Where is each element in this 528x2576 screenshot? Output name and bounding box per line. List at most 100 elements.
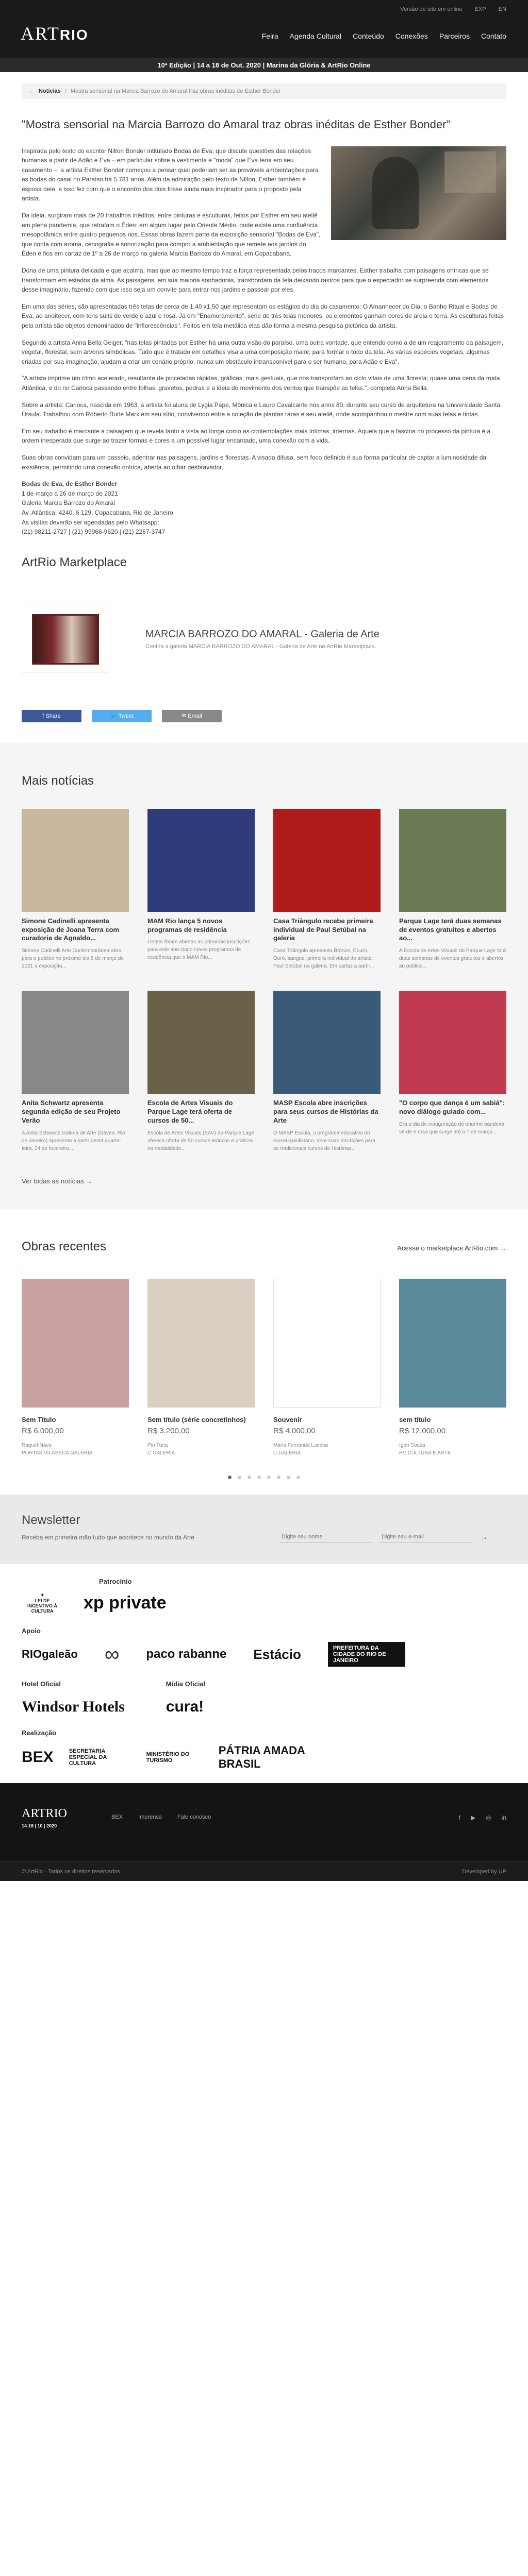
ministerio-turismo-logo[interactable]: MINISTÉRIO DO TURISMO [146, 1751, 203, 1764]
artwork-image[interactable] [147, 1279, 255, 1408]
news-card[interactable]: MASP Escola abre inscrições para seus cu… [273, 991, 381, 1153]
news-title[interactable]: Escola de Artes Visuais do Parque Lage t… [147, 1099, 255, 1125]
carousel-dot[interactable] [248, 1476, 251, 1480]
patria-amada-brasil-logo[interactable]: PÁTRIA AMADA BRASIL [219, 1744, 332, 1771]
artwork-image[interactable] [273, 1279, 381, 1408]
artwork-gallery: RV CULTURA E ARTE [399, 1450, 451, 1456]
see-all-news-link[interactable]: Ver todas as notícias → [22, 1177, 506, 1185]
carousel-dot[interactable] [267, 1476, 271, 1480]
carousel-dot[interactable] [296, 1476, 300, 1480]
nav-agenda-cultural[interactable]: Agenda Cultural [290, 32, 341, 40]
top-link[interactable]: EN [499, 6, 506, 12]
facebook-share-button[interactable]: f Share [22, 709, 81, 722]
carousel-dot[interactable] [228, 1476, 232, 1480]
footer-link-contato[interactable]: Fale conosco [177, 1814, 211, 1820]
carousel-dot[interactable] [238, 1476, 241, 1480]
nav-feira[interactable]: Feira [262, 32, 278, 40]
youtube-icon[interactable]: ▶ [471, 1814, 475, 1821]
top-link[interactable]: EXP [475, 6, 486, 12]
news-image[interactable] [273, 991, 381, 1094]
news-image[interactable] [22, 991, 129, 1094]
newsletter-email-input[interactable] [380, 1532, 472, 1543]
infinity-logo-icon[interactable]: ∞ [105, 1643, 120, 1666]
back-arrow-icon[interactable]: ← [29, 88, 35, 94]
news-card[interactable]: Escola de Artes Visuais do Parque Lage t… [147, 991, 255, 1153]
artwork-card[interactable]: sem título R$ 12.000,00 Igon Souza RV CUL… [399, 1279, 506, 1457]
news-title[interactable]: Parque Lage terá duas semanas de eventos… [399, 917, 506, 943]
news-excerpt: Era a dia de inauguração do enorme bande… [399, 1122, 505, 1136]
exhibition-info: Bodas de Eva, de Esther Bonder 1 de març… [22, 479, 506, 537]
artwork-card[interactable]: Sem Título R$ 6.000,00 Raquel Nava PORTAS… [22, 1279, 129, 1457]
gallery-thumbnail[interactable] [22, 605, 109, 673]
marketplace-heading: ArtRio Marketplace [22, 555, 127, 569]
nav-conexoes[interactable]: Conexões [395, 32, 428, 40]
nav-conteudo[interactable]: Conteúdo [353, 32, 384, 40]
nav-contato[interactable]: Contato [481, 32, 506, 40]
cura-logo[interactable]: cura! [166, 1698, 206, 1716]
linkedin-icon[interactable]: in [502, 1814, 506, 1821]
news-title[interactable]: MASP Escola abre inscrições para seus cu… [273, 1099, 381, 1125]
newsletter-submit-icon[interactable]: → [480, 1533, 488, 1542]
footer-link-bex[interactable]: BEX [111, 1814, 123, 1820]
artwork-title[interactable]: Sem título (série concretinhos) [147, 1416, 255, 1423]
news-title[interactable]: MAM Rio lança 5 novos programas de resid… [147, 917, 255, 935]
main-nav: Feira Agenda Cultural Conteúdo Conexões … [262, 32, 506, 40]
news-image[interactable] [273, 808, 381, 912]
news-card[interactable]: Anita Schwartz apresenta segunda edição … [22, 991, 129, 1153]
news-image[interactable] [147, 808, 255, 912]
sponsors-section: Patrocínio ✦ LEI DE INCENTIVO À CULTURA x… [0, 1564, 528, 1783]
share-buttons: f Share 🐦 Tweet ✉ Email [22, 709, 506, 722]
news-card[interactable]: MAM Rio lança 5 novos programas de resid… [147, 808, 255, 971]
windsor-logo[interactable]: Windsor Hotels [22, 1698, 125, 1716]
news-card[interactable]: "O corpo que dança é um sabiá": novo diá… [399, 991, 506, 1153]
bex-logo[interactable]: BEX [22, 1749, 54, 1766]
artwork-image[interactable] [22, 1279, 129, 1408]
news-title[interactable]: Simone Cadinelli apresenta exposição de … [22, 917, 129, 943]
footer-links: BEX Imprensa Fale conosco [111, 1814, 211, 1820]
news-image[interactable] [399, 808, 506, 912]
artwork-title[interactable]: Souvenir [273, 1416, 381, 1423]
carousel-dot[interactable] [257, 1476, 261, 1480]
news-image[interactable] [22, 808, 129, 912]
carousel-dot[interactable] [287, 1476, 290, 1480]
paco-rabanne-logo[interactable]: paco rabanne [146, 1647, 226, 1662]
edition-banner[interactable]: 10ª Edição | 14 a 18 de Out. 2020 | Mari… [0, 58, 528, 72]
developer-credit[interactable]: Developed by UP [462, 1869, 506, 1875]
marketplace-card[interactable]: MARCIA BARROZO DO AMARAL - Galeria de Ar… [22, 605, 506, 673]
carousel-dot[interactable] [277, 1476, 280, 1480]
news-card[interactable]: Casa Triângulo recebe primeira individua… [273, 808, 381, 971]
newsletter-name-input[interactable] [279, 1532, 372, 1543]
riogaleao-logo[interactable]: RIOgaleão [22, 1648, 78, 1661]
lei-incentivo-logo[interactable]: ✦ LEI DE INCENTIVO À CULTURA [22, 1592, 63, 1614]
midia-label: Mídia Oficial [166, 1680, 206, 1688]
news-title[interactable]: "O corpo que dança é um sabiá": novo diá… [399, 1099, 506, 1116]
news-image[interactable] [147, 991, 255, 1094]
artwork-title[interactable]: sem título [399, 1416, 506, 1423]
top-link[interactable]: Versão de site em online [400, 6, 462, 12]
estacio-logo[interactable]: Estácio [253, 1647, 301, 1663]
marketplace-link[interactable]: Acesse o marketplace ArtRio.com → [397, 1244, 506, 1252]
artwork-card[interactable]: Sem título (série concretinhos) R$ 3.200… [147, 1279, 255, 1457]
footer-logo[interactable]: ARTRIO [22, 1807, 67, 1821]
nav-parceiros[interactable]: Parceiros [439, 32, 470, 40]
news-card[interactable]: Simone Cadinelli apresenta exposição de … [22, 808, 129, 971]
artwork-title[interactable]: Sem Título [22, 1416, 129, 1423]
artwork-image[interactable] [399, 1279, 506, 1408]
twitter-share-button[interactable]: 🐦 Tweet [92, 709, 152, 722]
prefeitura-rio-logo[interactable]: PREFEITURA DA CIDADE DO RIO DE JANEIRO [327, 1642, 405, 1667]
exhibition-name: Bodas de Eva, de Esther Bonder [22, 480, 118, 488]
news-title[interactable]: Casa Triângulo recebe primeira individua… [273, 917, 381, 943]
instagram-icon[interactable]: ◎ [486, 1814, 491, 1821]
secretaria-cultura-logo[interactable]: SECRETARIA ESPECIAL DA CULTURA [69, 1748, 131, 1767]
email-share-button[interactable]: ✉ Email [162, 709, 222, 722]
news-title[interactable]: Anita Schwartz apresenta segunda edição … [22, 1099, 129, 1125]
xp-private-logo[interactable]: xp private [84, 1593, 167, 1613]
artwork-card[interactable]: Souvenir R$ 4.000,00 Maria Fernanda Luce… [273, 1279, 381, 1457]
facebook-icon[interactable]: f [459, 1814, 460, 1821]
news-card[interactable]: Parque Lage terá duas semanas de eventos… [399, 808, 506, 971]
footer-link-imprensa[interactable]: Imprensa [138, 1814, 162, 1820]
news-image[interactable] [399, 991, 506, 1094]
marketplace-title[interactable]: MARCIA BARROZO DO AMARAL - Galeria de Ar… [145, 629, 380, 640]
breadcrumb-home[interactable]: Notícias [39, 88, 61, 94]
artrio-logo[interactable]: ARTRIO [21, 23, 89, 44]
